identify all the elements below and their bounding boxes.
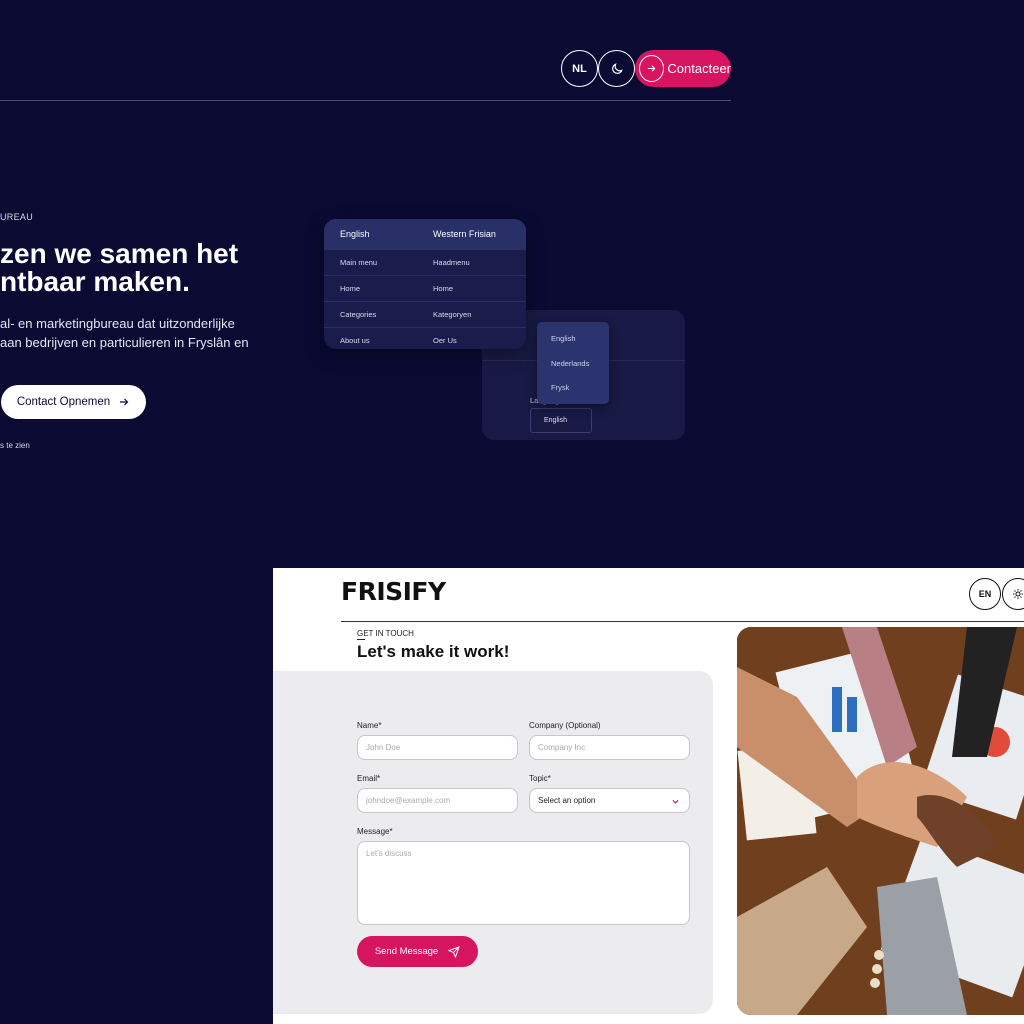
send-message-button[interactable]: Send Message: [357, 936, 478, 967]
topic-select[interactable]: Select an option: [529, 788, 690, 813]
table-row: About us Oer Us: [324, 327, 526, 349]
language-button-label: EN: [978, 589, 992, 599]
hero-description: al- en marketingbureau dat uitzonderlijk…: [0, 314, 249, 352]
hero-description-line-2: aan bedrijven en particulieren in Fryslâ…: [0, 335, 249, 350]
arrow-right-icon: [120, 398, 129, 406]
table-row: Main menu Haadmenu: [324, 249, 526, 275]
language-dropdown-menu: English Nederlands Frysk: [537, 322, 609, 404]
chevron-down-icon: [672, 799, 679, 804]
email-input[interactable]: johndoe@example.com: [357, 788, 518, 813]
table-cell: About us: [340, 336, 370, 345]
message-label: Message*: [357, 827, 393, 836]
column-header: English: [340, 229, 370, 239]
topic-select-value: Select an option: [538, 796, 596, 805]
theme-toggle-button[interactable]: [598, 50, 635, 87]
hero-description-line-1: al- en marketingbureau dat uitzonderlijk…: [0, 316, 235, 331]
header-divider: [0, 100, 731, 101]
send-icon: [448, 945, 461, 958]
table-cell: Categories: [340, 310, 377, 319]
send-message-label: Send Message: [374, 946, 439, 957]
language-button-label: NL: [572, 62, 587, 75]
arrow-right-icon: [639, 55, 665, 82]
frisify-logo: FRISIFY: [341, 577, 446, 606]
table-cell: Haadmenu: [433, 258, 470, 267]
hero-title-line-1: zen we samen het: [0, 238, 239, 269]
hero-title-line-2: ntbaar maken.: [0, 266, 190, 297]
name-input[interactable]: John Doe: [357, 735, 518, 760]
language-select[interactable]: English: [530, 408, 592, 433]
moon-icon: [611, 62, 623, 74]
cta-label: Contact Opnemen: [16, 396, 111, 408]
eyebrow-underline: [357, 639, 365, 640]
header-divider: [341, 621, 1024, 622]
hero-note: s te zien: [0, 441, 30, 450]
dropdown-option-frysk[interactable]: Frysk: [551, 383, 569, 392]
hero-eyebrow: UREAU: [0, 212, 34, 222]
dropdown-option-english[interactable]: English: [551, 334, 576, 343]
theme-toggle-button[interactable]: [1002, 578, 1024, 610]
contact-opnemen-button[interactable]: Contact Opnemen: [1, 385, 146, 419]
sun-icon: [1013, 589, 1023, 599]
hero-title: zen we samen het ntbaar maken.: [0, 240, 238, 296]
dropdown-option-nederlands[interactable]: Nederlands: [551, 359, 589, 368]
section-eyebrow: GET IN TOUCH: [357, 629, 414, 638]
email-label: Email*: [357, 774, 381, 783]
table-cell: Home: [433, 284, 454, 293]
column-header: Western Frisian: [433, 229, 496, 239]
table-header-row: English Western Frisian: [324, 219, 526, 249]
language-button[interactable]: NL: [561, 50, 598, 87]
translation-table: English Western Frisian Main menu Haadme…: [324, 219, 526, 349]
contact-form: Name* John Doe Company (Optional) Compan…: [273, 671, 713, 1014]
contact-page-screenshot: FRISIFY EN GET IN TOUCH Let's make it wo…: [273, 568, 1024, 1024]
message-textarea[interactable]: Let's discuss: [357, 841, 690, 925]
topic-label: Topic*: [529, 774, 551, 783]
company-input[interactable]: Company Inc: [529, 735, 690, 760]
name-label: Name*: [357, 721, 382, 730]
contact-button[interactable]: Contacteer: [635, 50, 731, 87]
contact-button-label: Contacteer: [667, 61, 731, 76]
section-title: Let's make it work!: [357, 642, 510, 661]
company-label: Company (Optional): [529, 721, 601, 730]
table-row: Categories Kategoryen: [324, 301, 526, 327]
language-button[interactable]: EN: [969, 578, 1001, 610]
table-cell: Kategoryen: [433, 310, 472, 319]
table-cell: Oer Us: [433, 336, 457, 345]
table-cell: Home: [340, 284, 361, 293]
teamwork-photo: [737, 627, 1024, 1015]
table-cell: Main menu: [340, 258, 378, 267]
table-row: Home Home: [324, 275, 526, 301]
